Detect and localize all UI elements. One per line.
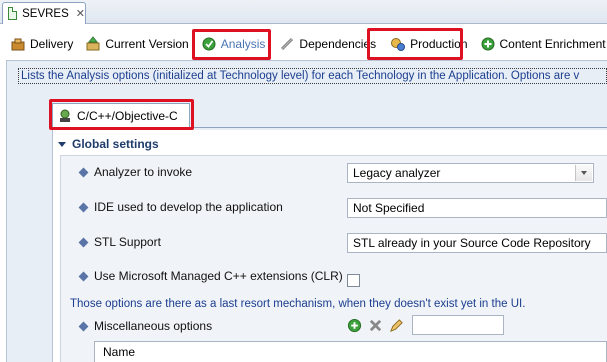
field-value: STL already in your Source Code Reposito… bbox=[353, 236, 591, 250]
clr-label: Use Microsoft Managed C++ extensions (CL… bbox=[78, 268, 343, 284]
row-label-text: STL Support bbox=[94, 235, 161, 249]
tab-label: Dependencies bbox=[299, 37, 377, 51]
editor-tab-strip: SEVRES ✕ bbox=[0, 0, 607, 24]
analyzer-label: Analyzer to invoke bbox=[78, 164, 192, 180]
technology-tab-label: C/C++/Objective-C bbox=[77, 108, 178, 123]
misc-toolbar bbox=[347, 315, 504, 335]
technology-icon bbox=[57, 108, 73, 124]
tab-label: Current Version bbox=[105, 37, 189, 51]
tab-content-enrichment[interactable]: Content Enrichment bbox=[472, 31, 607, 57]
tab-label: Content Enrichment bbox=[499, 37, 606, 51]
page-tabs: Delivery Current Version Analysis Depend… bbox=[0, 31, 607, 57]
collapse-icon bbox=[58, 141, 66, 147]
ide-field[interactable]: Not Specified bbox=[347, 198, 607, 218]
section-title: Global settings bbox=[72, 137, 159, 151]
stl-field[interactable]: STL already in your Source Code Reposito… bbox=[347, 233, 607, 253]
bullet-icon bbox=[78, 321, 89, 331]
delivery-icon bbox=[10, 36, 26, 52]
version-icon bbox=[85, 36, 101, 52]
field-value: Not Specified bbox=[353, 201, 425, 215]
clr-checkbox[interactable] bbox=[347, 274, 360, 287]
bullet-icon bbox=[78, 271, 89, 281]
production-icon bbox=[390, 36, 406, 52]
tab-production[interactable]: Production bbox=[380, 31, 471, 57]
edit-icon[interactable] bbox=[389, 318, 404, 333]
misc-label: Miscellaneous options bbox=[78, 318, 212, 334]
editor-tab-sevres[interactable]: SEVRES ✕ bbox=[2, 2, 86, 24]
tab-current-version[interactable]: Current Version bbox=[77, 31, 192, 57]
description-text: Lists the Analysis options (initialized … bbox=[18, 68, 607, 84]
row-label-text: Analyzer to invoke bbox=[94, 165, 193, 179]
file-icon bbox=[8, 7, 18, 20]
global-settings-header[interactable]: Global settings bbox=[58, 136, 159, 152]
tab-label: Delivery bbox=[30, 37, 74, 51]
ide-label: IDE used to develop the application bbox=[78, 199, 283, 215]
stl-label: STL Support bbox=[78, 234, 161, 250]
misc-input[interactable] bbox=[412, 315, 504, 335]
dependencies-icon bbox=[279, 36, 295, 52]
select-value: Legacy analyzer bbox=[353, 166, 441, 180]
options-table-header: Name bbox=[94, 341, 607, 362]
bullet-icon bbox=[78, 167, 89, 177]
bullet-icon bbox=[78, 202, 89, 212]
analyzer-select[interactable]: Legacy analyzer bbox=[347, 163, 594, 183]
add-icon[interactable] bbox=[347, 318, 362, 333]
delete-icon[interactable] bbox=[368, 318, 383, 333]
tab-dependencies[interactable]: Dependencies bbox=[269, 31, 380, 57]
close-icon[interactable]: ✕ bbox=[76, 7, 85, 20]
tab-analysis[interactable]: Analysis bbox=[193, 31, 270, 57]
row-label-text: Miscellaneous options bbox=[94, 319, 213, 333]
chevron-down-icon[interactable] bbox=[575, 165, 592, 181]
analysis-icon bbox=[201, 36, 217, 52]
tab-technology[interactable]: C/C++/Objective-C bbox=[52, 103, 190, 127]
editor-tab-label: SEVRES bbox=[22, 7, 69, 20]
tab-delivery[interactable]: Delivery bbox=[0, 31, 77, 57]
row-label-text: IDE used to develop the application bbox=[94, 200, 283, 214]
tab-label: Production bbox=[410, 37, 468, 51]
column-header-name: Name bbox=[103, 345, 136, 359]
bullet-icon bbox=[78, 237, 89, 247]
last-resort-note: Those options are there as a last resort… bbox=[70, 298, 526, 310]
divider bbox=[52, 127, 607, 128]
tab-label: Analysis bbox=[220, 37, 266, 51]
enrichment-icon bbox=[480, 36, 496, 52]
row-label-text: Use Microsoft Managed C++ extensions (CL… bbox=[94, 269, 343, 283]
